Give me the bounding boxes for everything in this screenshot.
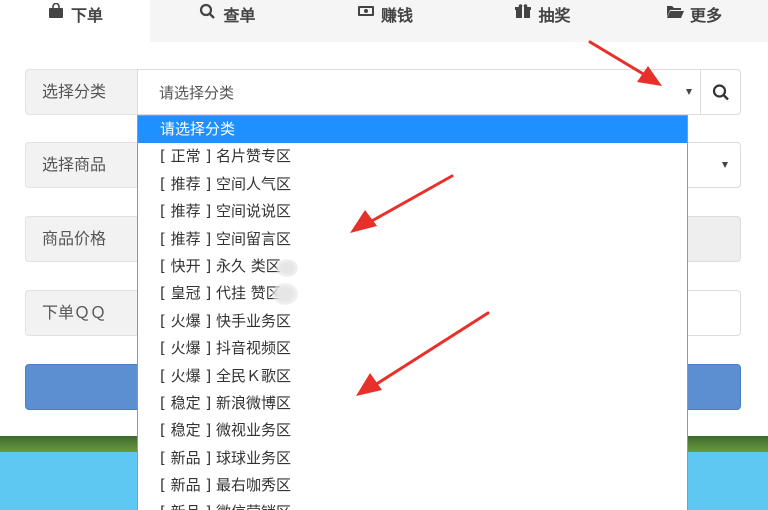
dropdown-option[interactable]: [ 火爆 ] 抖音视频区 — [138, 335, 687, 362]
category-search-button[interactable] — [701, 69, 741, 115]
price-label: 商品价格 — [25, 216, 137, 262]
chevron-down-icon — [722, 162, 728, 168]
dropdown-option[interactable]: [ 火爆 ] 全民Ｋ歌区 — [138, 363, 687, 390]
dropdown-option[interactable]: [ 推荐 ] 空间说说区 — [138, 198, 687, 225]
app-root: { "tabs": [ {"label": "下单", "icon": "sho… — [0, 0, 768, 510]
redaction-blur — [272, 283, 298, 305]
money-icon — [357, 6, 374, 16]
tab-query-label: 查单 — [223, 6, 256, 25]
folder-open-icon — [666, 6, 684, 18]
product-label: 选择商品 — [25, 142, 137, 188]
dropdown-option[interactable]: 请选择分类 — [138, 116, 687, 144]
tab-order[interactable]: 下单 — [0, 0, 150, 42]
dropdown-option[interactable]: [ 皇冠 ] 代挂 赞区 — [138, 280, 687, 307]
category-label: 选择分类 — [25, 69, 137, 115]
dropdown-option[interactable]: [ 快开 ] 永久 类区 — [138, 253, 687, 280]
search-icon — [200, 3, 216, 19]
search-icon — [712, 84, 729, 101]
tab-query[interactable]: 查单 — [150, 0, 305, 42]
redaction-blur — [276, 259, 298, 277]
qq-label: 下单ＱＱ — [25, 290, 137, 336]
dropdown-option[interactable]: [ 火爆 ] 快手业务区 — [138, 308, 687, 335]
dropdown-option[interactable]: [ 稳定 ] 新浪微博区 — [138, 390, 687, 417]
tab-bar: 下单 查单 赚钱 抽奖 更多 — [0, 0, 768, 42]
tab-more[interactable]: 更多 — [620, 0, 768, 42]
tab-earn[interactable]: 赚钱 — [305, 0, 465, 42]
shopping-bag-icon — [48, 3, 63, 18]
dropdown-option[interactable]: [ 新品 ] 最右咖秀区 — [138, 472, 687, 499]
dropdown-option[interactable]: [ 新品 ] 微信营销区 — [138, 499, 687, 510]
dropdown-option[interactable]: [ 推荐 ] 空间人气区 — [138, 171, 687, 198]
dropdown-option[interactable]: [ 正常 ] 名片赞专区 — [138, 143, 687, 170]
category-row: 选择分类 请选择分类 — [25, 69, 741, 115]
category-select[interactable]: 请选择分类 — [137, 69, 701, 115]
dropdown-option[interactable]: [ 推荐 ] 空间留言区 — [138, 226, 687, 253]
tab-more-label: 更多 — [689, 6, 722, 25]
tab-lottery[interactable]: 抽奖 — [465, 0, 620, 42]
tab-lottery-label: 抽奖 — [538, 6, 571, 25]
category-select-value: 请选择分类 — [159, 84, 235, 102]
tab-order-label: 下单 — [70, 6, 103, 25]
dropdown-option[interactable]: [ 稳定 ] 微视业务区 — [138, 417, 687, 444]
dropdown-option[interactable]: [ 新品 ] 球球业务区 — [138, 445, 687, 472]
chevron-down-icon — [686, 89, 692, 95]
category-dropdown-list[interactable]: 请选择分类 [ 正常 ] 名片赞专区 [ 推荐 ] 空间人气区 [ 推荐 ] 空… — [137, 115, 688, 510]
gift-icon — [515, 4, 532, 18]
tab-earn-label: 赚钱 — [380, 6, 413, 25]
